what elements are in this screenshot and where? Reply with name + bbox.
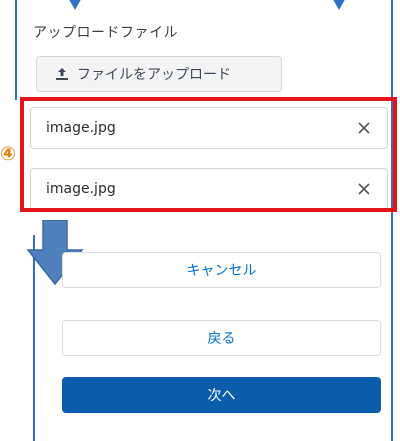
annotation-arrow-top-left-icon [66,0,84,10]
upload-button-label: ファイルをアップロード [77,67,231,83]
upload-icon [56,68,68,80]
upload-section-label: アップロードファイル [33,25,178,41]
panel-border-right [391,0,393,441]
annotation-arrow-top-right-icon [330,0,348,10]
screen: アップロードファイル ファイルをアップロード image.jpg image.j… [0,0,400,441]
next-button[interactable]: 次へ [62,377,381,413]
upload-file-button[interactable]: ファイルをアップロード [36,56,282,92]
panel-border-left [15,0,17,100]
step-number-marker: ④ [0,143,17,165]
cancel-button[interactable]: キャンセル [62,252,381,288]
annotation-highlight-box [20,97,397,212]
back-button[interactable]: 戻る [62,320,381,356]
